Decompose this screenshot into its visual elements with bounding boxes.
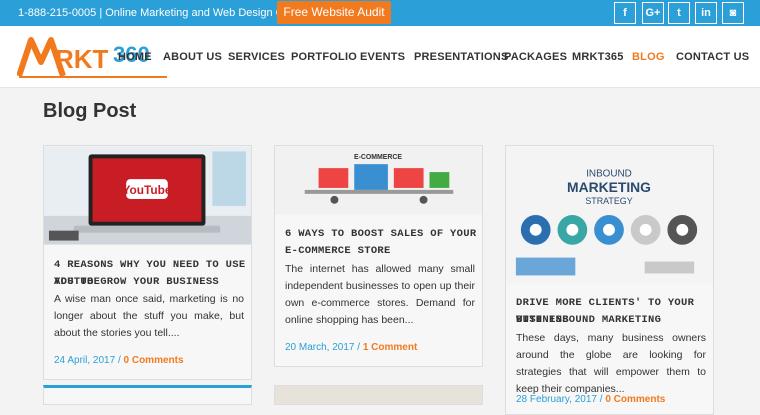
marketing-label: MARKETING	[567, 179, 651, 195]
post-title-line[interactable]: WITH INBOUND MARKETING	[516, 312, 661, 329]
nav-presentations[interactable]: PRESENTATIONS	[414, 51, 508, 63]
meta-separator: /	[357, 342, 361, 353]
post-thumbnail-inbound-marketing[interactable]: INBOUND MARKETING STRATEGY	[506, 146, 713, 284]
post-meta: 20 March, 2017 / 1 Comment	[285, 342, 417, 353]
nav-packages[interactable]: PACKAGES	[504, 51, 567, 63]
strategy-label: STRATEGY	[585, 196, 632, 206]
post-title-line[interactable]: 6 WAYS TO BOOST SALES OF YOUR	[285, 226, 476, 243]
post-title-line[interactable]: ADS TO GROW YOUR BUSINESS	[54, 274, 219, 291]
post-comments-link[interactable]: 0 Comments	[124, 355, 184, 366]
post-comments-link[interactable]: 1 Comment	[363, 342, 417, 353]
post-excerpt: These days, many business owners around …	[516, 332, 706, 395]
post-title-line[interactable]: E-COMMERCE STORE	[285, 243, 391, 260]
youtube-label: YouTube	[122, 183, 171, 197]
nav-blog[interactable]: BLOG	[632, 51, 665, 63]
nav-contact-us[interactable]: CONTACT US	[676, 51, 749, 63]
post-thumbnail-ecommerce[interactable]: E-COMMERCE	[275, 146, 482, 215]
nav-mrkt365[interactable]: MRKT365	[572, 51, 624, 63]
google-plus-icon[interactable]: G+	[642, 2, 664, 24]
post-excerpt: A wise man once said, marketing is no lo…	[54, 293, 244, 339]
blog-post-card[interactable]: E-COMMERCE 6 WAYS TO BOOST SALES OF YOUR…	[274, 145, 483, 367]
inbound-label: INBOUND	[586, 168, 632, 179]
free-website-audit-button[interactable]: Free Website Audit	[277, 1, 391, 24]
blog-post-card-next[interactable]	[274, 385, 483, 405]
site-header: RKT 360 HOME ABOUT US SERVICES PORTFOLIO…	[0, 26, 760, 88]
blog-post-card[interactable]: YouTube 4 REASONS WHY YOU NEED TO USE YO…	[43, 145, 252, 380]
nav-home[interactable]: HOME	[118, 51, 152, 63]
ecommerce-label: E-COMMERCE	[354, 154, 402, 161]
twitter-icon[interactable]: t	[668, 2, 690, 24]
svg-text:RKT: RKT	[55, 44, 109, 74]
post-excerpt: The internet has allowed many small inde…	[285, 263, 475, 326]
nav-services[interactable]: SERVICES	[228, 51, 285, 63]
page-title: Blog Post	[43, 100, 137, 122]
nav-portfolio[interactable]: PORTFOLIO	[291, 51, 357, 63]
post-thumbnail-youtube[interactable]: YouTube	[44, 146, 251, 245]
blog-post-card[interactable]: INBOUND MARKETING STRATEGY DRIVE MORE CL…	[505, 145, 714, 415]
blog-post-card-next[interactable]	[43, 385, 252, 405]
top-bar: 1-888-215-0005 | Online Marketing and We…	[0, 0, 760, 26]
nav-events[interactable]: EVENTS	[360, 51, 405, 63]
mrkt360-logo[interactable]: RKT 360	[17, 36, 177, 78]
facebook-icon[interactable]: f	[614, 2, 636, 24]
post-date: 20 March, 2017	[285, 342, 355, 353]
instagram-icon[interactable]: ◙	[722, 2, 744, 24]
nav-about-us[interactable]: ABOUT US	[163, 51, 222, 63]
post-meta: 24 April, 2017 / 0 Comments	[54, 355, 184, 366]
post-date: 24 April, 2017	[54, 355, 116, 366]
meta-separator: /	[117, 355, 121, 366]
linkedin-icon[interactable]: in	[695, 2, 717, 24]
